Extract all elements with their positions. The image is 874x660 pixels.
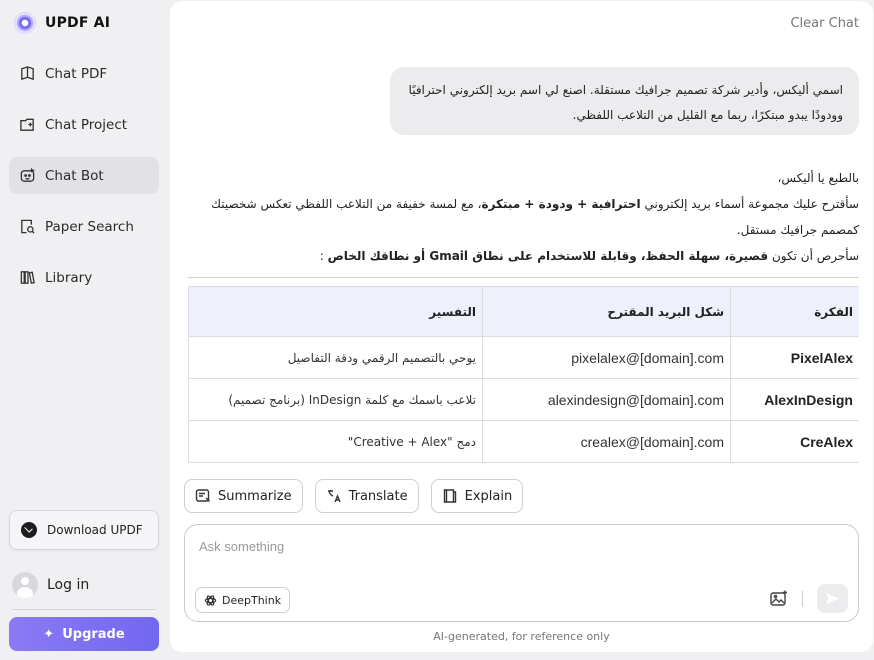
summarize-label: Summarize bbox=[218, 488, 292, 504]
atom-icon bbox=[204, 594, 217, 606]
sparkle-icon: ✦ bbox=[43, 626, 55, 642]
sidebar-nav: Chat PDF Chat Project Chat Bot Paper Sea… bbox=[9, 55, 159, 310]
composer-divider bbox=[802, 591, 803, 607]
idea-cell: AlexInDesign bbox=[730, 378, 859, 421]
sidebar-item-paper-search[interactable]: Paper Search bbox=[9, 208, 159, 245]
email-table-container[interactable]: الفكرة شكل البريد المقترح التفسير PixelA… bbox=[188, 286, 859, 463]
answer-greeting: بالطبع يا أليكس، bbox=[777, 171, 859, 185]
email-cell bbox=[482, 462, 731, 463]
email-suggestions-table: الفكرة شكل البريد المقترح التفسير PixelA… bbox=[188, 286, 859, 463]
download-icon bbox=[21, 522, 37, 538]
summarize-button[interactable]: Summarize bbox=[184, 479, 303, 513]
send-button[interactable] bbox=[817, 584, 848, 613]
download-label: Download UPDF bbox=[47, 523, 143, 537]
summarize-icon bbox=[195, 489, 210, 502]
assistant-message: بالطبع يا أليكس، سأقترح عليك مجموعة أسما… bbox=[188, 165, 859, 269]
translate-icon bbox=[327, 490, 341, 503]
login-label: Log in bbox=[47, 577, 90, 593]
sidebar-item-label: Chat PDF bbox=[45, 65, 108, 82]
clear-chat-button[interactable]: Clear Chat bbox=[790, 16, 859, 31]
answer-paragraph-2: سأحرص أن تكون قصيرة، سهلة الحفظ، وقابلة … bbox=[188, 243, 859, 269]
disclaimer: AI-generated, for reference only bbox=[433, 630, 610, 643]
table-row: PixelAlex pixelalex@[domain].com يوحي با… bbox=[188, 336, 859, 379]
explain-button[interactable]: Explain bbox=[430, 479, 524, 513]
email-cell: alexindesign@[domain].com bbox=[482, 378, 731, 421]
send-icon bbox=[826, 592, 839, 605]
explain-icon bbox=[443, 489, 456, 503]
explanation-cell: تلاعب باسمك مع كلمة InDesign (برنامج تصم… bbox=[188, 378, 483, 421]
answer-p2-bold: قصيرة، سهلة الحفظ، وقابلة للاستخدام على … bbox=[327, 249, 769, 263]
image-upload-button[interactable] bbox=[769, 589, 789, 609]
answer-p1-text: سأقترح عليك مجموعة أسماء بريد إلكتروني bbox=[640, 197, 859, 211]
sidebar-item-label: Library bbox=[45, 269, 93, 286]
upgrade-button[interactable]: ✦ Upgrade bbox=[9, 617, 159, 651]
user-message: اسمي أليكس، وأدير شركة تصميم جرافيك مستق… bbox=[390, 67, 859, 135]
table-row: AlexInDesign alexindesign@[domain].com ت… bbox=[188, 378, 859, 421]
chat-panel: Clear Chat اسمي أليكس، وأدير شركة تصميم … bbox=[170, 1, 873, 652]
sidebar: UPDF AI Chat PDF Chat Project Chat Bot P… bbox=[0, 0, 168, 660]
composer: DeepThink bbox=[184, 524, 859, 622]
ask-input[interactable] bbox=[199, 539, 839, 554]
answer-divider bbox=[188, 277, 859, 278]
email-cell: crealex@[domain].com bbox=[482, 420, 731, 463]
brand-name: UPDF AI bbox=[45, 15, 111, 31]
table-header-row: الفكرة شكل البريد المقترح التفسير bbox=[188, 286, 859, 337]
deepthink-label: DeepThink bbox=[222, 593, 282, 607]
column-header-explanation: التفسير bbox=[188, 286, 483, 337]
idea-cell: PixelAlex bbox=[730, 336, 859, 379]
sidebar-item-chat-project[interactable]: Chat Project bbox=[9, 106, 159, 143]
library-icon bbox=[20, 271, 35, 284]
table-row bbox=[188, 462, 859, 463]
answer-p1-bold: احترافية + ودودة + مبتكرة bbox=[481, 197, 641, 211]
upgrade-label: Upgrade bbox=[62, 626, 125, 642]
quick-actions: Summarize Translate Explain bbox=[184, 479, 524, 513]
table-row: CreAlex crealex@[domain].com دمج "Creati… bbox=[188, 420, 859, 463]
column-header-idea: الفكرة bbox=[730, 286, 859, 337]
download-updf-button[interactable]: Download UPDF bbox=[9, 510, 159, 550]
explanation-cell bbox=[188, 462, 483, 463]
idea-cell bbox=[730, 462, 859, 463]
bot-icon bbox=[20, 168, 36, 182]
image-add-icon bbox=[770, 590, 787, 606]
sidebar-item-label: Chat Project bbox=[45, 116, 128, 133]
translate-button[interactable]: Translate bbox=[314, 479, 419, 513]
sidebar-item-library[interactable]: Library bbox=[9, 259, 159, 296]
column-header-email: شكل البريد المقترح bbox=[482, 286, 731, 337]
folder-icon bbox=[20, 118, 34, 131]
answer-p2-text: سأحرص أن تكون bbox=[768, 249, 859, 263]
answer-paragraph-1: سأقترح عليك مجموعة أسماء بريد إلكتروني ا… bbox=[188, 191, 859, 243]
sidebar-item-chat-bot[interactable]: Chat Bot bbox=[9, 157, 159, 194]
paper-search-icon bbox=[21, 219, 35, 234]
book-icon bbox=[21, 66, 34, 81]
sidebar-item-label: Paper Search bbox=[45, 218, 134, 235]
deepthink-toggle[interactable]: DeepThink bbox=[195, 587, 291, 613]
explain-label: Explain bbox=[464, 488, 513, 504]
sidebar-item-chat-pdf[interactable]: Chat PDF bbox=[9, 55, 159, 92]
explanation-cell: يوحي بالتصميم الرقمي ودقة التفاصيل bbox=[188, 336, 483, 379]
translate-label: Translate bbox=[348, 488, 408, 504]
brand[interactable]: UPDF AI bbox=[14, 12, 110, 34]
idea-cell: CreAlex bbox=[730, 420, 859, 463]
login-button[interactable]: Log in bbox=[12, 572, 89, 598]
avatar bbox=[12, 572, 38, 598]
sidebar-divider bbox=[12, 609, 156, 610]
updf-logo-icon bbox=[14, 12, 36, 34]
answer-p2-rest: : bbox=[319, 249, 328, 263]
explanation-cell: دمج "Creative + Alex" bbox=[188, 420, 483, 463]
sidebar-item-label: Chat Bot bbox=[45, 167, 104, 184]
email-cell: pixelalex@[domain].com bbox=[482, 336, 731, 379]
